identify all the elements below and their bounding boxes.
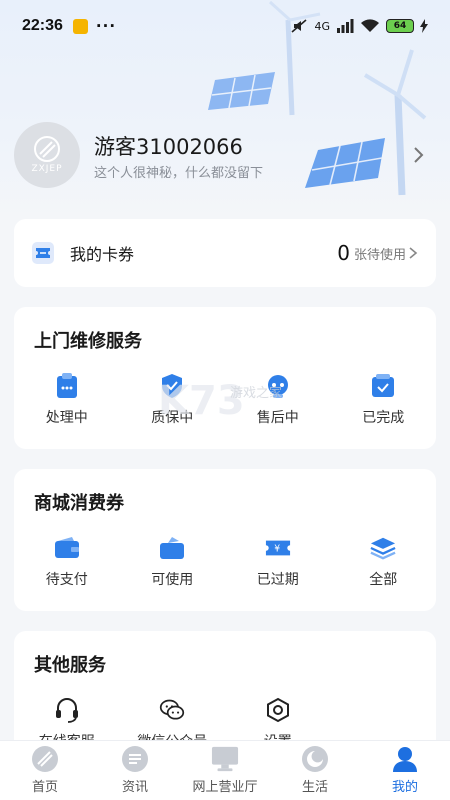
nav-mine[interactable]: 我的 [360, 741, 450, 800]
grid-label: 处理中 [45, 410, 88, 426]
nav-home[interactable]: 首页 [0, 741, 90, 800]
coupon-status: 0 张待使用 [337, 241, 418, 265]
chevron-right-icon[interactable] [412, 146, 424, 164]
layers-icon [370, 535, 396, 561]
nav-label: 我的 [391, 780, 418, 795]
svg-text:K73: K73 [158, 378, 245, 424]
grid-label: 待支付 [45, 572, 88, 588]
bag-icon [159, 535, 185, 561]
charging-icon [420, 19, 428, 33]
mute-icon [291, 19, 307, 33]
avatar[interactable]: ZXJEP [14, 122, 80, 188]
status-bar: 22:36 ··· 4G 64 [0, 0, 450, 52]
grid-label: 已过期 [256, 572, 299, 588]
settings-icon [265, 697, 291, 723]
status-time: 22:36 [22, 17, 63, 34]
section-title: 其他服务 [34, 655, 106, 676]
voucher-usable[interactable]: 可使用 [120, 535, 226, 589]
user-icon [391, 745, 419, 773]
headset-icon [54, 697, 80, 723]
section-title: 上门维修服务 [34, 331, 142, 352]
grid-label: 可使用 [151, 572, 194, 588]
repair-processing[interactable]: 处理中 [14, 373, 120, 427]
ticket-icon: ¥ [265, 535, 291, 561]
voucher-all[interactable]: 全部 [331, 535, 437, 589]
status-more-dots: ··· [95, 17, 117, 35]
profile-name[interactable]: 游客31002066 [94, 131, 243, 161]
network-type: 4G [314, 19, 330, 33]
notification-app-icon [72, 18, 88, 34]
wechat-icon [159, 697, 185, 723]
avatar-logo-text: ZXJEP [31, 164, 63, 174]
coupon-label: 我的卡券 [70, 245, 135, 264]
battery-icon: 64 [386, 19, 414, 33]
monitor-icon [211, 745, 239, 773]
bottom-navigation: 首页 资讯 网上营业厅 生活 我的 [0, 740, 450, 800]
profile-signature: 这个人很神秘，什么都没留下 [94, 166, 264, 181]
coupon-count: 0 [337, 241, 350, 265]
nav-life[interactable]: 生活 [270, 741, 360, 800]
repair-completed[interactable]: 已完成 [331, 373, 437, 427]
signal-icon [337, 19, 354, 33]
voucher-status-grid: 待支付 可使用 ¥ 已过期 全部 [14, 535, 436, 589]
watermark-logo: K73 游戏之家 [158, 378, 282, 424]
mall-voucher-card: 商城消费券 待支付 可使用 ¥ 已过期 全部 [14, 469, 436, 611]
voucher-pending-payment[interactable]: 待支付 [14, 535, 120, 589]
watermark-text: 游戏之家 [230, 385, 282, 401]
grid-label: 已完成 [362, 410, 405, 426]
status-indicators: 4G 64 [290, 18, 428, 34]
nav-news[interactable]: 资讯 [90, 741, 180, 800]
nav-label: 首页 [31, 780, 58, 795]
nav-label: 资讯 [121, 780, 148, 795]
my-coupons-row[interactable]: 我的卡券 0 张待使用 [14, 219, 436, 287]
section-title: 商城消费券 [34, 493, 124, 514]
chevron-right-icon [409, 247, 418, 259]
nav-online-hall[interactable]: 网上营业厅 [180, 741, 270, 800]
check-box-icon [370, 373, 396, 399]
coupon-icon [32, 242, 54, 264]
nav-label: 网上营业厅 [192, 780, 258, 795]
nav-label: 生活 [301, 780, 328, 795]
logo-icon [34, 136, 60, 162]
wallet-icon [54, 535, 80, 561]
coupon-status-text: 张待使用 [353, 247, 406, 263]
home-icon [31, 745, 59, 773]
life-icon [301, 745, 329, 773]
battery-level: 64 [393, 21, 407, 31]
news-icon [121, 745, 149, 773]
svg-text:¥: ¥ [274, 544, 280, 555]
wifi-icon [361, 19, 379, 32]
clipboard-icon [54, 373, 80, 399]
grid-label: 全部 [369, 572, 398, 588]
voucher-expired[interactable]: ¥ 已过期 [225, 535, 331, 589]
